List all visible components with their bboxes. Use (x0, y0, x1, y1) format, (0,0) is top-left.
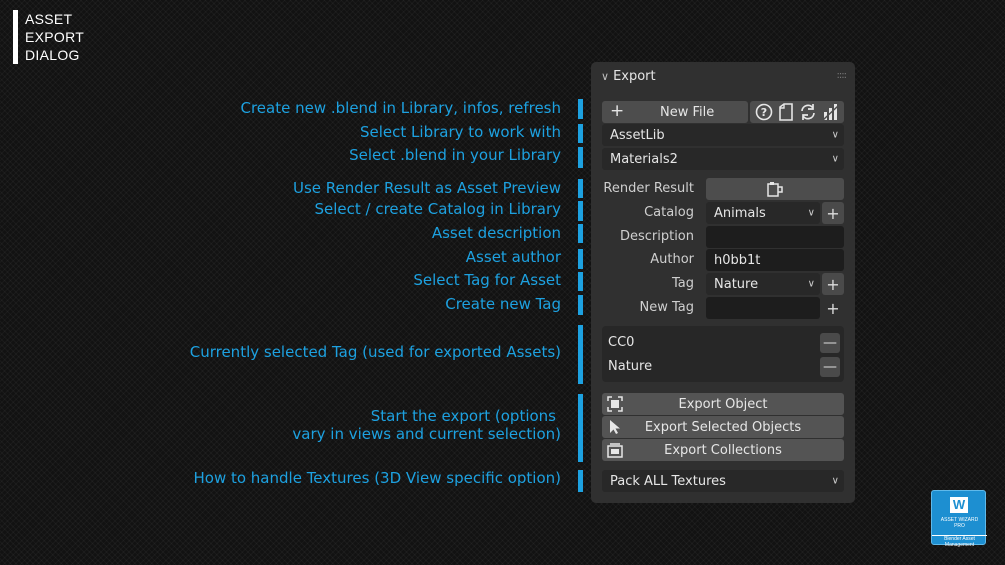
plus-icon: + (610, 101, 625, 121)
collection-icon (607, 442, 623, 458)
annotation-bar (578, 394, 583, 462)
annotation-new-file: Create new .blend in Library, infos, ref… (240, 99, 561, 117)
annotation-blend-file: Select .blend in your Library (349, 146, 561, 164)
chevron-down-icon: ∨ (831, 153, 839, 165)
panel-title: Export (613, 69, 656, 84)
selected-tags-list: CC0 — Nature — (602, 326, 844, 382)
plus-icon: + (826, 274, 840, 294)
texture-mode-dropdown[interactable]: Pack ALL Textures ∨ (602, 470, 844, 492)
drag-grip-icon[interactable]: :::: (837, 70, 848, 81)
chevron-down-icon: ∨ (831, 475, 839, 487)
panel-header[interactable]: ∨ Export (601, 69, 656, 84)
library-tools-group: ? (750, 101, 844, 123)
new-tag-field[interactable] (706, 297, 820, 319)
export-selected-button[interactable]: Export Selected Objects (602, 416, 844, 438)
author-field[interactable]: h0bb1t (706, 249, 844, 271)
logo-line-2: PRO (954, 523, 965, 529)
export-object-button[interactable]: Export Object (602, 393, 844, 415)
annotation-render-result: Use Render Result as Asset Preview (292, 179, 561, 197)
page-title: ASSET EXPORT DIALOG (13, 10, 84, 64)
export-selected-label: Export Selected Objects (644, 419, 802, 435)
chevron-down-icon: ∨ (601, 70, 610, 83)
author-label: Author (650, 252, 694, 267)
annotation-bar (578, 201, 583, 221)
catalog-value: Animals (714, 205, 766, 221)
catalog-label: Catalog (644, 205, 694, 220)
cursor-icon (607, 419, 623, 435)
annotation-library: Select Library to work with (360, 123, 561, 141)
export-collections-label: Export Collections (664, 442, 782, 458)
annotation-new-tag: Create new Tag (445, 295, 561, 313)
annotation-bar (578, 179, 583, 198)
render-result-button[interactable] (706, 178, 844, 200)
library-value: AssetLib (610, 127, 665, 143)
export-object-label: Export Object (678, 396, 768, 412)
asset-wizard-logo: W ASSET WIZARD PRO Blender Asset Managem… (931, 490, 987, 548)
export-collections-button[interactable]: Export Collections (602, 439, 844, 461)
render-result-label: Render Result (603, 181, 694, 196)
annotation-bar (578, 295, 583, 315)
annotation-author: Asset author (465, 248, 561, 266)
chevron-down-icon: ∨ (831, 129, 839, 141)
list-item: Nature (608, 359, 653, 374)
library-dropdown[interactable]: AssetLib ∨ (602, 124, 844, 146)
chevron-down-icon: ∨ (807, 207, 815, 219)
create-tag-button[interactable]: + (822, 297, 844, 319)
question-icon[interactable]: ? (755, 103, 773, 121)
annotation-export-line-2: vary in views and current selection) (292, 425, 561, 443)
export-panel: ∨ Export :::: + New File ? AssetLib ∨ Mat… (591, 62, 855, 503)
minus-icon: — (823, 335, 837, 351)
annotation-bar (578, 325, 583, 384)
blend-file-dropdown[interactable]: Materials2 ∨ (602, 148, 844, 170)
annotation-selected-tags: Currently selected Tag (used for exporte… (189, 343, 561, 361)
new-tag-label: New Tag (639, 300, 695, 315)
annotation-bar (578, 470, 583, 492)
description-field[interactable] (706, 226, 844, 248)
page-title-line: ASSET (25, 11, 73, 27)
tag-label: Tag (671, 276, 694, 291)
add-catalog-button[interactable]: + (822, 202, 844, 224)
texture-mode-value: Pack ALL Textures (610, 473, 726, 489)
new-file-label: New File (660, 104, 715, 120)
annotation-description: Asset description (431, 224, 561, 242)
tag-dropdown[interactable]: Nature ∨ (706, 273, 820, 295)
logo-letter: W (950, 497, 968, 513)
catalog-dropdown[interactable]: Animals ∨ (706, 202, 820, 224)
page-title-line: DIALOG (25, 47, 80, 63)
annotation-bar (578, 147, 583, 168)
annotation-bar (578, 249, 583, 269)
annotation-bar (578, 224, 583, 243)
annotation-tag: Select Tag for Asset (413, 271, 561, 289)
remove-tag-button[interactable]: — (820, 333, 840, 353)
new-file-button[interactable]: + New File (602, 101, 748, 123)
plus-icon: + (826, 298, 840, 318)
annotation-bar (578, 124, 583, 143)
refresh-icon[interactable] (799, 103, 817, 121)
annotation-textures: How to handle Textures (3D View specific… (193, 469, 561, 487)
annotation-bar (578, 99, 583, 119)
render-result-icon (766, 181, 784, 197)
bar-chart-icon[interactable] (821, 103, 840, 121)
annotation-bar (578, 272, 583, 291)
page-icon[interactable] (778, 103, 794, 121)
logo-footer: Blender Asset Management (932, 535, 987, 548)
annotation-catalog: Select / create Catalog in Library (314, 200, 561, 218)
svg-text:?: ? (760, 106, 766, 119)
annotation-export-line-1: Start the export (options (370, 407, 556, 425)
add-tag-button[interactable]: + (822, 273, 844, 295)
object-icon (607, 396, 623, 412)
remove-tag-button[interactable]: — (820, 357, 840, 377)
plus-icon: + (826, 203, 840, 223)
tag-value: Nature (714, 276, 759, 292)
blend-file-value: Materials2 (610, 151, 678, 167)
minus-icon: — (823, 359, 837, 375)
list-item: CC0 (608, 335, 635, 350)
chevron-down-icon: ∨ (807, 278, 815, 290)
page-title-line: EXPORT (25, 29, 85, 45)
description-label: Description (619, 229, 694, 244)
